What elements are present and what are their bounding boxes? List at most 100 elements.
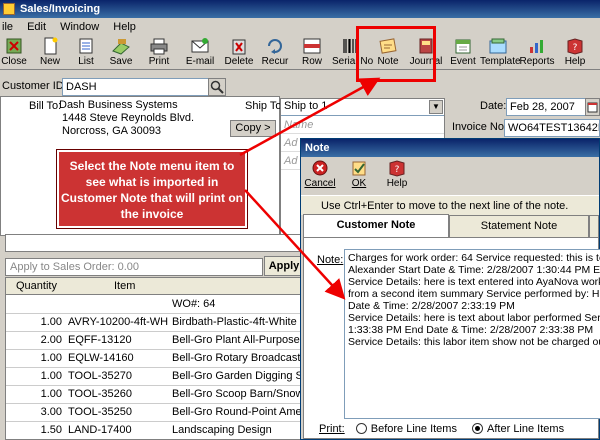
main-toolbar: Close New List Save Print E-mail Delete … — [0, 36, 600, 70]
cell-item: LAND-17400 — [68, 424, 132, 436]
cell-desc: Bell-Gro Scoop Barn/Snow — [172, 388, 304, 400]
recur-button[interactable]: Recur — [260, 37, 290, 69]
radio-before-line-items[interactable]: Before Line Items — [355, 422, 457, 435]
customer-lookup-button[interactable] — [208, 78, 226, 96]
table-row[interactable]: 1.00 AVRY-10200-4ft-WHTE Birdbath-Plastic-… — [6, 314, 304, 332]
cell-qty: 1.00 — [40, 316, 62, 328]
template-button[interactable]: Template — [480, 37, 521, 69]
template-icon — [489, 38, 507, 54]
reports-icon — [530, 40, 543, 53]
tab-more[interactable] — [589, 215, 599, 237]
calendar-button[interactable] — [585, 98, 600, 116]
menu-window[interactable]: Window — [60, 21, 99, 33]
reports-button[interactable]: Reports — [518, 37, 556, 69]
app-icon — [3, 3, 15, 15]
email-button[interactable]: E-mail — [184, 37, 216, 69]
cancel-button[interactable]: Cancel — [303, 159, 337, 193]
menu-bar: ile Edit Window Help — [0, 18, 600, 36]
ok-button[interactable]: OK — [345, 159, 373, 193]
invoice-number-label: Invoice No.: — [452, 121, 511, 133]
tab-apply[interactable]: Apply — [264, 256, 304, 276]
ship-name-field[interactable]: Name — [281, 117, 444, 134]
save-button[interactable]: Save — [106, 37, 136, 69]
customer-id-field[interactable]: DASH — [62, 78, 210, 96]
help-button[interactable]: ? Help — [560, 37, 590, 69]
delete-icon — [232, 39, 246, 55]
new-document-icon — [44, 37, 58, 55]
memo-bar[interactable] — [5, 234, 305, 252]
cell-item: TOOL-35270 — [68, 370, 133, 382]
note-label: Note: — [317, 254, 344, 266]
dialog-help-button[interactable]: ? Help — [383, 159, 411, 193]
svg-text:?: ? — [573, 43, 578, 53]
tab-customer-note[interactable]: Customer Note — [303, 214, 449, 238]
customer-id-label: Customer ID: — [2, 80, 67, 92]
print-label: Print: — [319, 423, 345, 435]
tab-statement-note[interactable]: Statement Note — [449, 215, 589, 237]
calendar-icon — [587, 102, 598, 113]
cell-qty: 1.00 — [40, 352, 62, 364]
help-book-icon: ? — [389, 160, 405, 177]
table-row[interactable]: 1.00 TOOL-35260 Bell-Gro Scoop Barn/Snow — [6, 386, 304, 404]
table-row[interactable]: 1.00 EQLW-14160 Bell-Gro Rotary Broadcast — [6, 350, 304, 368]
menu-edit[interactable]: Edit — [27, 21, 46, 33]
table-row[interactable]: 1.00 TOOL-35270 Bell-Gro Garden Digging Sp — [6, 368, 305, 386]
note-textarea[interactable]: Charges for work order: 64 Service reque… — [344, 249, 600, 419]
cell-desc: WO#: 64 — [172, 298, 216, 310]
print-button[interactable]: Print — [144, 37, 174, 69]
print-options: Print: Before Line Items After Line Item… — [319, 421, 599, 437]
delete-button[interactable]: Delete — [222, 37, 256, 69]
copy-button[interactable]: Copy > — [230, 120, 276, 137]
date-label: Date: — [480, 100, 507, 112]
window-title: Sales/Invoicing — [20, 3, 101, 15]
bill-to-address: Dash Business Systems 1448 Steve Reynold… — [59, 99, 195, 137]
bill-to-label: Bill To: — [29, 100, 62, 112]
cell-desc: Bell-Gro Garden Digging Sp — [172, 370, 305, 382]
ship-to-select[interactable]: Ship to 1 ▼ — [281, 99, 444, 116]
close-button[interactable]: Close — [0, 37, 28, 69]
cell-item: EQFF-13120 — [68, 334, 132, 346]
date-field[interactable]: Feb 28, 2007 — [506, 98, 586, 116]
search-icon — [210, 80, 224, 94]
note-dialog-title: Note — [301, 139, 599, 157]
column-item[interactable]: Item — [114, 278, 214, 294]
new-button[interactable]: New — [36, 37, 64, 69]
table-row[interactable]: 3.00 TOOL-35250 Bell-Gro Round-Point Amer — [6, 404, 305, 422]
note-button-highlight — [356, 26, 436, 82]
event-button[interactable]: Event — [448, 37, 478, 69]
ship-to-label: Ship To: — [245, 100, 285, 112]
window-titlebar: Sales/Invoicing — [0, 0, 600, 18]
cell-desc: Bell-Gro Round-Point Amer — [172, 406, 305, 418]
event-icon — [455, 39, 471, 54]
table-row[interactable]: 1.50 LAND-17400 Landscaping Design — [6, 422, 304, 439]
instruction-callout: Select the Note menu item to see what is… — [57, 150, 247, 228]
menu-file[interactable]: ile — [2, 21, 13, 33]
apply-sales-order-field[interactable]: Apply to Sales Order: 0.00 — [5, 258, 263, 276]
menu-help[interactable]: Help — [113, 21, 136, 33]
cell-item: TOOL-35250 — [68, 406, 133, 418]
cell-desc: Bell-Gro Plant All-Purpose F — [172, 334, 305, 346]
table-row[interactable]: 2.00 EQFF-13120 Bell-Gro Plant All-Purpose… — [6, 332, 305, 350]
table-row[interactable]: WO#: 64 — [6, 296, 304, 314]
note-hint: Use Ctrl+Enter to move to the next line … — [301, 195, 599, 215]
cancel-icon — [312, 160, 328, 176]
radio-icon — [355, 422, 367, 434]
column-quantity[interactable]: Quantity — [16, 278, 66, 294]
invoice-number-field[interactable]: WO64TEST13642PM — [504, 119, 600, 137]
chevron-down-icon[interactable]: ▼ — [429, 100, 443, 114]
cell-desc: Landscaping Design — [172, 424, 272, 436]
cell-qty: 1.50 — [40, 424, 62, 436]
row-icon — [303, 38, 321, 54]
line-items-grid: Quantity Item WO#: 64 1.00 AVRY-10200-4ft-… — [5, 277, 305, 440]
cell-item: EQLW-14160 — [68, 352, 134, 364]
row-button[interactable]: Row — [298, 37, 326, 69]
list-button[interactable]: List — [72, 37, 100, 69]
grid-header: Quantity Item — [6, 278, 304, 295]
help-book-icon: ? — [567, 38, 583, 55]
cell-qty: 3.00 — [40, 406, 62, 418]
cell-desc: Bell-Gro Rotary Broadcast — [172, 352, 301, 364]
list-icon — [79, 38, 93, 54]
radio-after-line-items[interactable]: After Line Items — [472, 422, 564, 435]
note-dialog: Note Cancel OK ? Help Use Ctrl+Enter to … — [300, 138, 600, 440]
radio-selected-icon — [472, 422, 484, 434]
